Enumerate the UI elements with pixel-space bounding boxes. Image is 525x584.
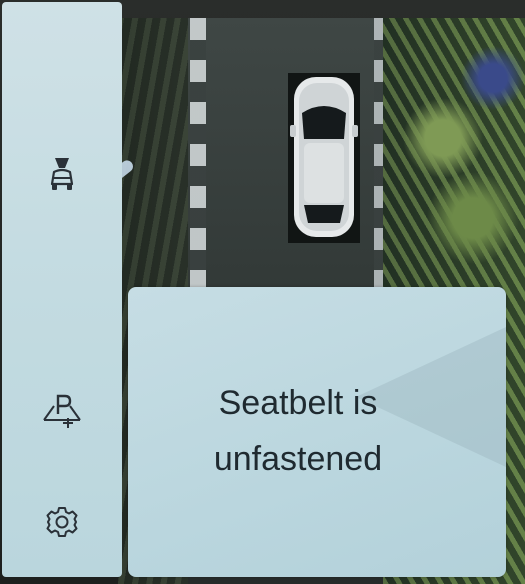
warning-message-line1: Seatbelt is bbox=[218, 384, 378, 422]
camera-curb-left bbox=[190, 18, 206, 308]
parking-assist-icon bbox=[43, 394, 81, 428]
gear-icon bbox=[46, 507, 78, 537]
warning-message-line2: unfastened bbox=[213, 440, 383, 478]
warning-message: Seatbelt is unfastened bbox=[128, 375, 468, 487]
settings-button[interactable] bbox=[32, 496, 92, 548]
seatbelt-warning-popup: Seatbelt is unfastened bbox=[128, 287, 506, 577]
infotainment-screen: Seatbelt is unfastened bbox=[0, 0, 525, 584]
car-top-view-icon bbox=[290, 77, 358, 237]
camera-view-button[interactable] bbox=[32, 150, 92, 202]
sidebar bbox=[2, 2, 122, 577]
car-camera-view-icon bbox=[50, 158, 74, 190]
parking-assist-button[interactable] bbox=[32, 384, 92, 436]
vehicle-top-view bbox=[288, 73, 360, 243]
